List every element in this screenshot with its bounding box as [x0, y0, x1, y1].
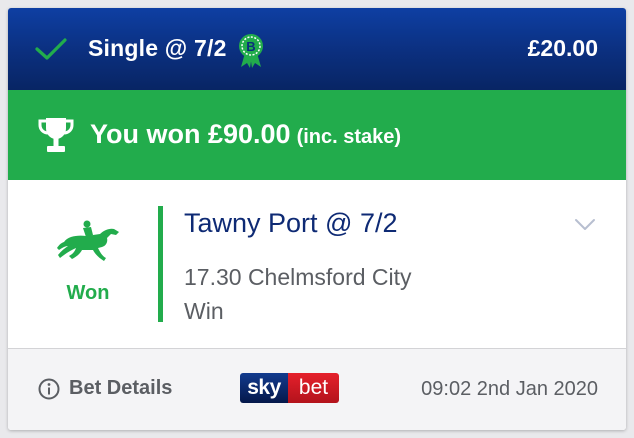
info-icon[interactable]	[38, 378, 60, 400]
bet-type: Single @ 7/2	[88, 35, 227, 61]
horse-racing-icon	[57, 220, 119, 261]
result-indicator-bar	[158, 206, 163, 322]
bet-card: Single @ 7/2 B £20.00 You won £90.00 (inc…	[8, 8, 626, 430]
winnings-suffix: (inc. stake)	[296, 126, 402, 148]
skybet-logo: sky bet	[240, 373, 339, 403]
boost-rosette-icon: B	[239, 34, 263, 68]
winnings-text: You won £90.00 (inc. stake)	[90, 119, 401, 150]
selection-row[interactable]: Won Tawny Port @ 7/2 17.30 Chelmsford Ci…	[8, 180, 626, 348]
chevron-down-icon[interactable]	[574, 218, 596, 232]
stake-amount: £20.00	[527, 35, 598, 61]
bet-header: Single @ 7/2 B £20.00	[8, 8, 626, 90]
market-type: Win	[184, 298, 224, 324]
race-info: 17.30 Chelmsford City	[184, 264, 412, 290]
winnings-amount: You won £90.00	[90, 119, 291, 149]
boost-badge-letter: B	[246, 39, 255, 54]
bet-timestamp: 09:02 2nd Jan 2020	[421, 378, 598, 400]
check-icon	[35, 38, 67, 60]
selection-name: Tawny Port @ 7/2	[184, 208, 398, 238]
logo-bet: bet	[288, 373, 339, 403]
trophy-icon	[38, 118, 74, 152]
logo-sky: sky	[240, 373, 288, 403]
bet-details-link[interactable]: Bet Details	[69, 377, 172, 400]
result-status: Won	[66, 282, 110, 304]
result-banner: You won £90.00 (inc. stake)	[8, 90, 626, 180]
bet-footer: Bet Details sky bet 09:02 2nd Jan 2020	[8, 349, 626, 430]
